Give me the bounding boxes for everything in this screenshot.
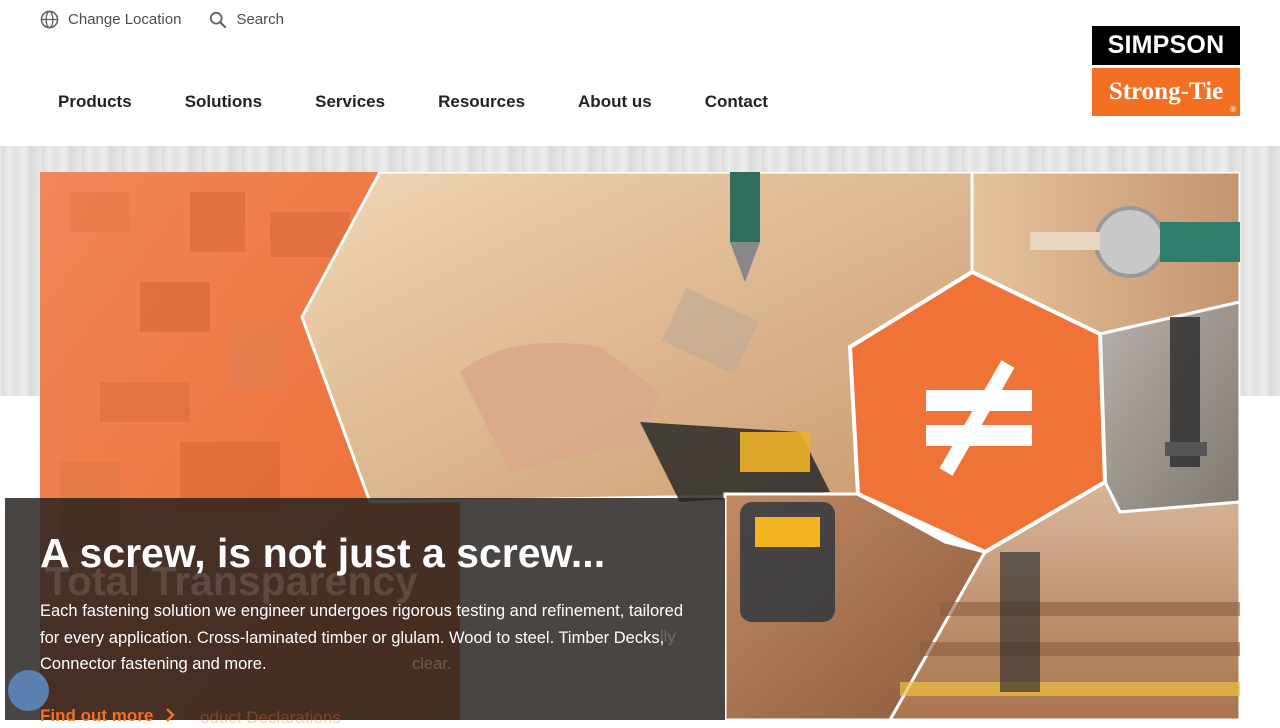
chevron-right-icon xyxy=(158,706,176,725)
logo-wordmark: Strong-Tie xyxy=(1108,78,1224,105)
search-icon xyxy=(209,11,227,29)
ghost-slide-text: clear. xyxy=(412,655,452,673)
utility-bar: Change Location Search xyxy=(40,10,284,29)
change-location-label: Change Location xyxy=(68,11,182,28)
nav-resources[interactable]: Resources xyxy=(438,92,525,112)
find-out-more-link[interactable]: Find out more xyxy=(40,706,176,726)
nav-contact[interactable]: Contact xyxy=(705,92,768,112)
nav-about-us[interactable]: About us xyxy=(578,92,652,112)
main-nav: Products Solutions Services Resources Ab… xyxy=(58,92,821,112)
find-out-more-label: Find out more xyxy=(40,706,154,725)
nav-solutions[interactable]: Solutions xyxy=(185,92,262,112)
simpson-strong-tie-logo[interactable]: SIMPSON Strong-Tie ® xyxy=(1092,26,1240,116)
hero-body-text: Each fastening solution we engineer unde… xyxy=(40,602,683,673)
globe-icon xyxy=(40,10,59,29)
ghost-slide-cta: oduct Declarations xyxy=(200,708,341,727)
logo-line-simpson: SIMPSON xyxy=(1092,26,1240,65)
nav-services[interactable]: Services xyxy=(315,92,385,112)
ghost-slide-text-fragment: lly xyxy=(660,628,676,646)
drill-vertical-photo xyxy=(1098,300,1240,514)
hero-headline: A screw, is not just a screw... xyxy=(40,530,606,576)
registered-mark: ® xyxy=(1230,105,1236,114)
search-label: Search xyxy=(236,11,284,28)
nav-products[interactable]: Products xyxy=(58,92,132,112)
search-link[interactable]: Search xyxy=(209,11,284,29)
change-location-link[interactable]: Change Location xyxy=(40,10,181,29)
chat-bubble-icon[interactable] xyxy=(8,670,49,711)
logo-line-strong-tie: Strong-Tie ® xyxy=(1092,68,1240,116)
